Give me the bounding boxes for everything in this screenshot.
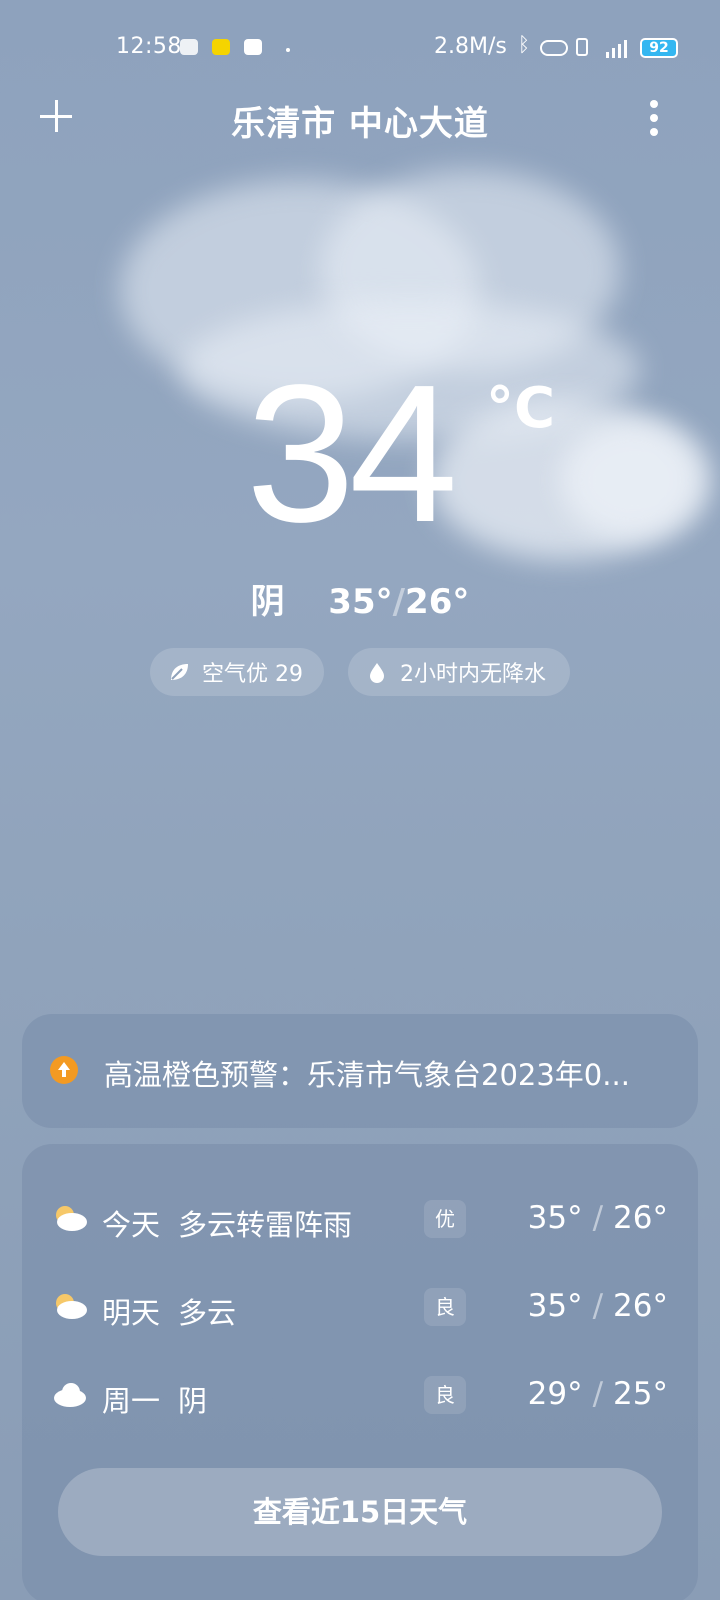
low-temp: 26° [405, 582, 470, 622]
current-condition: 阴 35°/26° [250, 582, 470, 622]
air-quality-text: 空气优 29 [202, 662, 303, 687]
condition-text: 阴 [250, 582, 285, 622]
app-notification-icon [212, 39, 230, 55]
app-notification-icon [244, 39, 262, 55]
precipitation-chip[interactable]: 2小时内无降水 [348, 648, 570, 696]
status-bar: 12:58 2.8M/s ᛒ 92 [0, 30, 720, 66]
forecast-card: 今天 多云转雷阵雨 优 35°/26° 明天 多云 良 35°/26° 周一阴 良 … [22, 1144, 698, 1600]
forecast-day: 周一阴 [102, 1384, 208, 1418]
forecast-row[interactable]: 周一阴 良 29°/25° [22, 1366, 698, 1426]
app-notification-icon [180, 39, 198, 55]
more-notifications-dot [286, 48, 290, 52]
precipitation-text: 2小时内无降水 [400, 662, 546, 687]
vibrate-icon [576, 38, 588, 56]
partly-cloudy-icon [56, 1206, 87, 1231]
aqi-badge: 优 [424, 1200, 466, 1238]
location-title: 乐清市 中心大道 [231, 104, 489, 144]
weather-alert-card[interactable]: 高温橙色预警：乐清市气象台2023年0... [22, 1014, 698, 1128]
water-drop-icon [370, 663, 384, 683]
forecast-row[interactable]: 今天 多云转雷阵雨 优 35°/26° [22, 1190, 698, 1250]
leaf-icon [171, 664, 188, 680]
battery-icon: 92 [640, 38, 678, 58]
forecast-temp: 35°/26° [527, 1200, 668, 1236]
bluetooth-icon: ᛒ [518, 32, 530, 56]
aqi-badge: 良 [424, 1288, 466, 1326]
forecast-temp: 35°/26° [527, 1288, 668, 1324]
forecast-temp: 29°/25° [527, 1376, 668, 1412]
aqi-badge: 良 [424, 1376, 466, 1414]
alert-text: 高温橙色预警：乐清市气象台2023年0... [104, 1058, 630, 1092]
background-cloud [560, 420, 710, 540]
more-menu-button[interactable] [642, 98, 666, 138]
alert-arrow-up-icon [50, 1056, 78, 1084]
view-15-day-forecast-button[interactable]: 查看近15日天气 [58, 1468, 662, 1556]
network-speed: 2.8M/s [434, 34, 507, 59]
forecast-day: 今天 多云转雷阵雨 [102, 1208, 353, 1242]
current-temperature: 34 [246, 344, 458, 563]
temperature-unit: °C [486, 376, 556, 441]
signal-icon [606, 40, 627, 58]
high-temp: 35° [328, 582, 393, 622]
air-quality-chip[interactable]: 空气优 29 [150, 648, 324, 696]
status-time: 12:58 [116, 34, 182, 59]
earbuds-icon [540, 40, 568, 56]
forecast-row[interactable]: 明天 多云 良 35°/26° [22, 1278, 698, 1338]
forecast-day: 明天 多云 [102, 1296, 237, 1330]
cloudy-icon [54, 1383, 86, 1407]
partly-cloudy-icon [56, 1294, 87, 1319]
